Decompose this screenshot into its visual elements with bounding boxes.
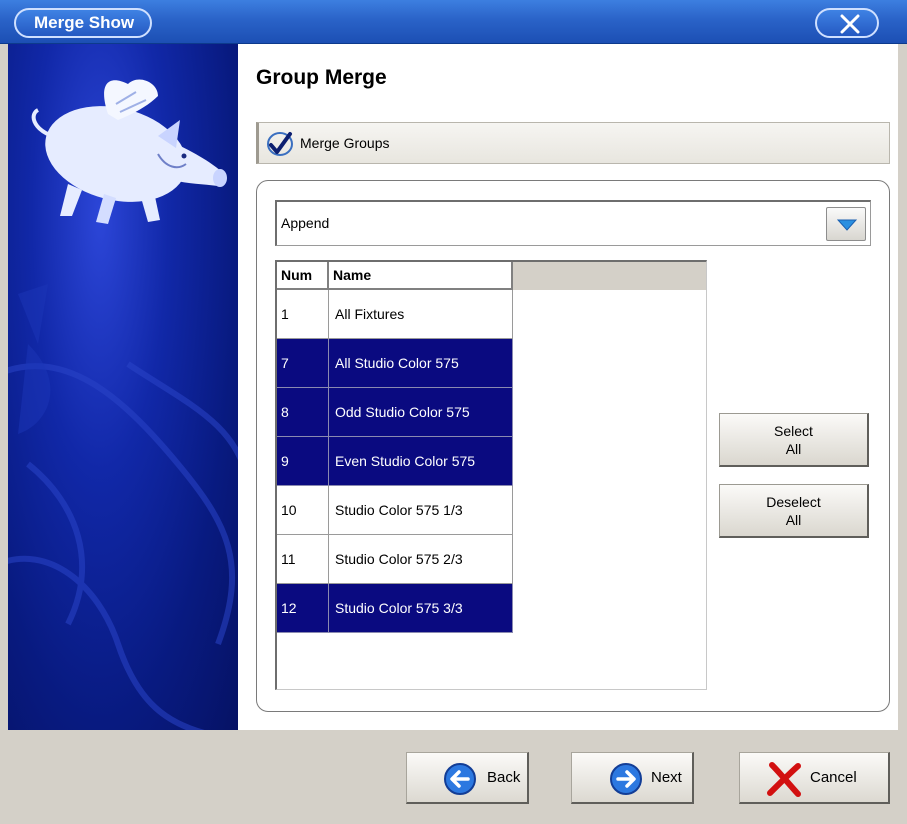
row-name: Studio Color 575 1/3 [329,486,513,535]
flying-pig-logo [8,79,238,730]
back-label: Back [487,769,521,786]
row-num: 12 [277,584,329,633]
next-button[interactable]: Next [571,752,694,804]
row-num: 8 [277,388,329,437]
arrow-left-icon [444,763,476,795]
select-all-button[interactable]: Select All [719,413,869,467]
row-name: Even Studio Color 575 [329,437,513,486]
merge-groups-banner: Merge Groups [256,122,890,164]
list-item[interactable]: 8 Odd Studio Color 575 [277,388,513,437]
select-all-label-2: All [785,441,802,457]
deselect-all-label-2: All [785,512,802,528]
next-label: Next [651,769,682,786]
list-item[interactable]: 9 Even Studio Color 575 [277,437,513,486]
groups-list[interactable]: Num Name 1 All Fixtures 7 All Studio Color … [275,260,707,690]
back-button[interactable]: Back [406,752,529,804]
row-name: Studio Color 575 3/3 [329,584,513,633]
row-name: Studio Color 575 2/3 [329,535,513,584]
content-panel: Group Merge Merge Groups Append Num Name… [238,44,898,730]
cancel-x-icon [767,762,801,797]
merge-options-group: Append Num Name 1 All Fixtures 7 All Studio… [256,180,890,712]
window-title: Merge Show [14,8,153,38]
list-item[interactable]: 7 All Studio Color 575 [277,339,513,388]
row-name: Odd Studio Color 575 [329,388,513,437]
column-header-name[interactable]: Name [329,262,513,290]
list-item[interactable]: 12 Studio Color 575 3/3 [277,584,513,633]
row-num: 1 [277,290,329,339]
merge-mode-dropdown[interactable]: Append [275,200,871,246]
close-x-icon [840,14,860,34]
row-num: 10 [277,486,329,535]
dropdown-button[interactable] [826,207,866,241]
list-item[interactable]: 11 Studio Color 575 2/3 [277,535,513,584]
row-num: 9 [277,437,329,486]
list-item[interactable]: 10 Studio Color 575 1/3 [277,486,513,535]
side-artwork-panel [8,44,238,730]
close-button[interactable] [815,8,879,38]
row-num: 11 [277,535,329,584]
row-name: All Studio Color 575 [329,339,513,388]
select-all-label-1: Select [774,423,813,439]
cancel-button[interactable]: Cancel [739,752,890,804]
list-item[interactable]: 1 All Fixtures [277,290,513,339]
banner-label: Merge Groups [300,135,390,151]
chevron-down-icon [837,219,857,231]
row-name: All Fixtures [329,290,513,339]
title-bar: Merge Show [0,0,907,44]
page-title: Group Merge [256,66,387,89]
list-header: Num Name [277,262,706,290]
row-num: 7 [277,339,329,388]
deselect-all-label-1: Deselect [766,494,821,510]
merge-mode-value: Append [281,215,330,231]
arrow-right-icon [610,763,642,795]
checkmark-icon [267,132,293,156]
deselect-all-button[interactable]: Deselect All [719,484,869,538]
column-header-num[interactable]: Num [277,262,329,290]
wizard-nav-bar: Back Next Cancel [0,730,907,824]
cancel-label: Cancel [810,769,857,786]
